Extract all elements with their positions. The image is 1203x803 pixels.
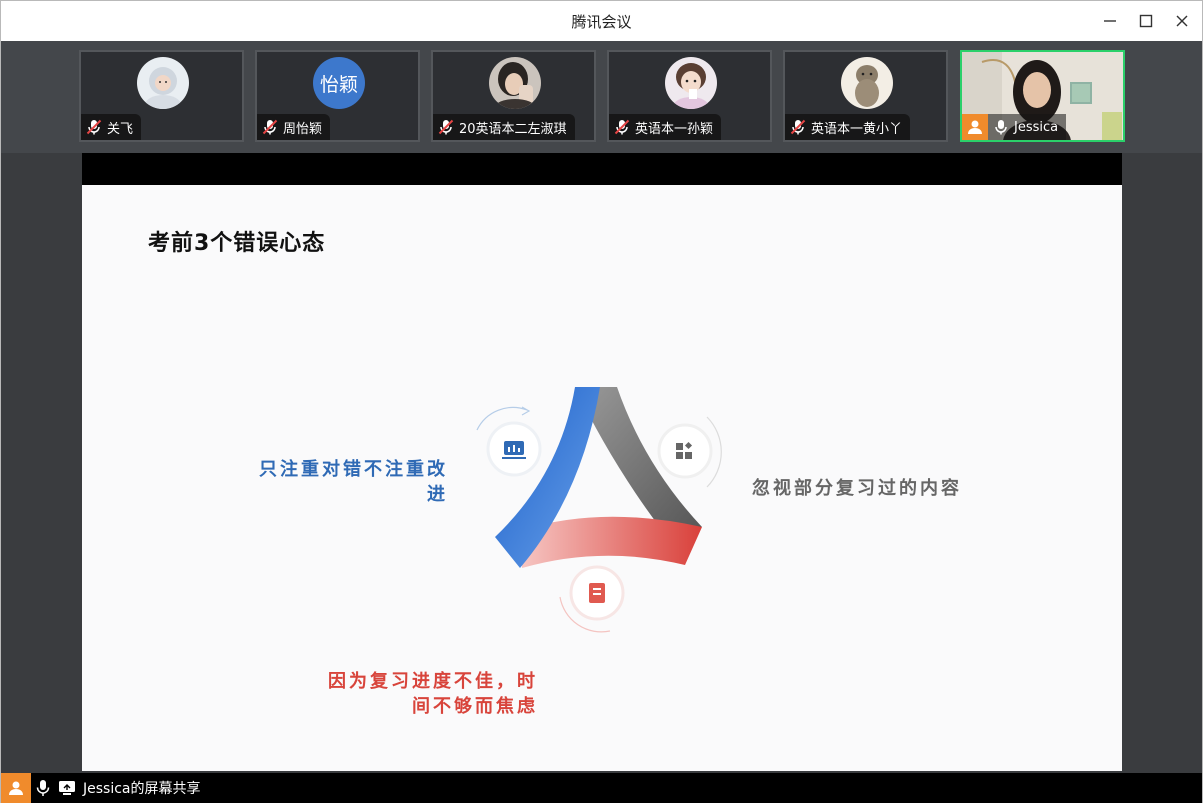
bottom-status-bar: Jessica的屏幕共享 <box>1 773 1202 803</box>
title-bar: 腾讯会议 <box>1 1 1202 41</box>
participant-name: Jessica <box>1014 119 1059 135</box>
participant-name: 英语本一黄小丫 <box>811 121 903 137</box>
window-title: 腾讯会议 <box>571 13 632 31</box>
mic-muted-icon <box>790 119 806 135</box>
avatar <box>489 57 541 109</box>
mic-icon[interactable] <box>31 773 55 803</box>
avatar: 怡颖 <box>313 57 365 109</box>
participant-tile[interactable]: 怡颖 周怡颖 <box>255 50 420 142</box>
participant-tile[interactable]: 20英语本二左淑琪 <box>431 50 596 142</box>
participant-tile[interactable]: 英语本一黄小丫 <box>783 50 948 142</box>
mic-muted-icon <box>262 119 278 135</box>
participant-strip: 关飞 怡颖 周怡颖 20英语本二左淑琪 英语本一孙颖 英语本一黄小丫 Jessi… <box>1 41 1202 153</box>
minimize-icon <box>1104 20 1116 22</box>
participant-namebar: 英语本一黄小丫 <box>785 114 911 140</box>
avatar <box>841 57 893 109</box>
participant-namebar: 20英语本二左淑琪 <box>433 114 575 140</box>
participant-tile-self[interactable]: Jessica <box>960 50 1125 142</box>
participant-tile[interactable]: 英语本一孙颖 <box>607 50 772 142</box>
participant-name: 周怡颖 <box>283 121 323 137</box>
avatar <box>137 57 189 109</box>
participant-namebar: 英语本一孙颖 <box>609 114 722 140</box>
label-gray: 忽视部分复习过的内容 <box>752 478 962 499</box>
label-blue: 只注重对错不注重改 进 <box>259 459 448 505</box>
participant-tile[interactable]: 关飞 <box>79 50 244 142</box>
shared-slide: 考前3个错误心态 只注重对错不注重改 进 忽视部分复习过的内容 因为复习进度不佳… <box>82 185 1122 771</box>
label-red: 因为复习进度不佳，时 间不够而焦虑 <box>328 671 538 717</box>
avatar <box>665 57 717 109</box>
close-button[interactable] <box>1169 9 1195 33</box>
screen-share-label: Jessica的屏幕共享 <box>83 781 201 797</box>
screen-share-icon[interactable] <box>55 773 79 803</box>
participant-name: 关飞 <box>107 121 134 137</box>
participant-namebar: 周怡颖 <box>257 114 331 140</box>
minimize-button[interactable] <box>1097 9 1123 33</box>
participant-name: 英语本一孙颖 <box>635 121 714 137</box>
mic-muted-icon <box>86 119 102 135</box>
maximize-icon <box>1139 14 1153 28</box>
mic-muted-icon <box>614 119 630 135</box>
participant-namebar: 关飞 <box>81 114 142 140</box>
close-icon <box>1176 15 1188 27</box>
participant-namebar: Jessica <box>962 114 1067 140</box>
mic-muted-icon <box>438 119 454 135</box>
mic-icon <box>995 120 1007 135</box>
participant-name: 20英语本二左淑琪 <box>459 121 567 137</box>
self-indicator-icon[interactable] <box>1 773 31 803</box>
slide-top-letterbox <box>82 153 1122 185</box>
maximize-button[interactable] <box>1133 9 1159 33</box>
clipboard-icon <box>589 583 605 603</box>
meeting-window: 腾讯会议 关飞 怡颖 周怡颖 20英语本二左淑琪 英语本一孙颖 英语本一黄小丫 … <box>0 0 1203 803</box>
self-indicator-icon <box>962 114 988 140</box>
